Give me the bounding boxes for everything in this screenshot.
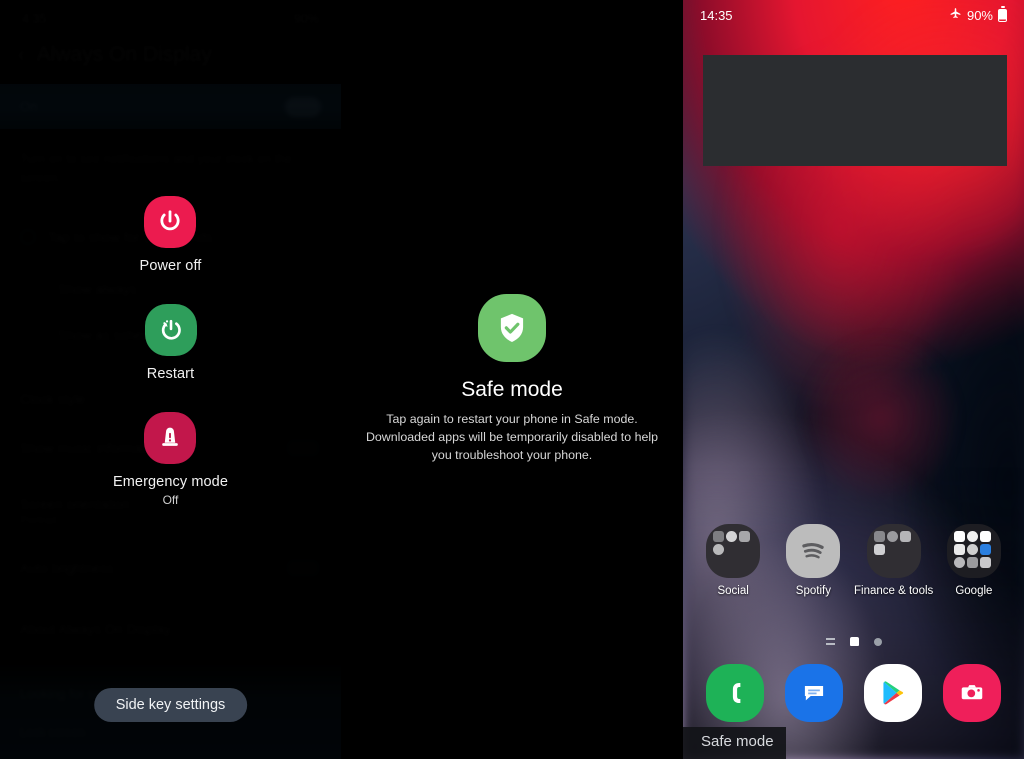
shield-check-icon bbox=[478, 294, 546, 363]
folder-finance-tools[interactable]: Finance & tools bbox=[854, 524, 934, 597]
middle-panel-safe-mode: Safe mode Tap again to restart your phon… bbox=[341, 0, 683, 759]
emergency-mode-state: Off bbox=[162, 493, 179, 507]
dot-icon[interactable] bbox=[873, 637, 882, 646]
battery-icon bbox=[998, 6, 1007, 22]
power-menu-options: Power off Restart Emergency mode Off bbox=[0, 196, 341, 507]
right-panel-home-screen: 14:35 90% Social Spotify Finance & tools… bbox=[683, 0, 1024, 759]
statusbar-clock: 14:35 bbox=[700, 7, 733, 23]
folder-spotify[interactable]: Spotify bbox=[775, 524, 851, 597]
folder-label: Finance & tools bbox=[854, 585, 934, 597]
screenshot-stage: 4:35 90% ‹ Always On Display On Turn on … bbox=[0, 0, 1024, 759]
home-statusbar: 14:35 90% bbox=[683, 0, 1024, 30]
restart-label: Restart bbox=[146, 366, 195, 382]
home-dock bbox=[683, 664, 1024, 722]
restart-option[interactable]: Restart bbox=[144, 304, 197, 382]
camera-icon[interactable] bbox=[943, 664, 1002, 722]
folder-preview-icon bbox=[866, 524, 921, 578]
home-folder-row: Social Spotify Finance & tools Google bbox=[683, 524, 1024, 597]
folder-preview-icon bbox=[946, 524, 1001, 578]
safe-mode-description: Tap again to restart your phone in Safe … bbox=[365, 412, 659, 462]
folder-label: Spotify bbox=[795, 585, 831, 597]
left-panel-power-menu: 4:35 90% ‹ Always On Display On Turn on … bbox=[0, 0, 341, 759]
power-off-option[interactable]: Power off bbox=[140, 196, 202, 274]
emergency-mode-option[interactable]: Emergency mode Off bbox=[113, 412, 228, 507]
spotify-icon bbox=[786, 524, 841, 578]
widget-placeholder[interactable] bbox=[703, 55, 1007, 166]
safe-mode-badge: Safe mode bbox=[683, 727, 786, 759]
play-store-icon[interactable] bbox=[864, 664, 923, 722]
page-indicator[interactable] bbox=[683, 637, 1024, 646]
phone-icon[interactable] bbox=[705, 664, 764, 722]
folder-label: Social bbox=[717, 585, 749, 597]
folder-social[interactable]: Social bbox=[695, 524, 771, 597]
home-icon[interactable] bbox=[849, 637, 859, 646]
power-icon bbox=[144, 196, 197, 248]
power-off-label: Power off bbox=[139, 258, 202, 274]
emergency-mode-label: Emergency mode bbox=[112, 474, 229, 490]
statusbar-battery-percent: 90% bbox=[966, 7, 993, 23]
messages-icon[interactable] bbox=[784, 664, 843, 722]
folder-preview-icon bbox=[706, 524, 761, 578]
emergency-siren-icon bbox=[144, 412, 197, 464]
folder-label: Google bbox=[955, 585, 993, 597]
side-key-settings-button[interactable]: Side key settings bbox=[93, 688, 248, 722]
restart-icon bbox=[144, 304, 197, 356]
safe-mode-prompt[interactable]: Safe mode Tap again to restart your phon… bbox=[341, 0, 683, 759]
safe-mode-title: Safe mode bbox=[461, 378, 563, 402]
list-lines-icon[interactable] bbox=[825, 638, 835, 645]
folder-google[interactable]: Google bbox=[936, 524, 1012, 597]
airplane-mode-icon bbox=[949, 7, 962, 23]
